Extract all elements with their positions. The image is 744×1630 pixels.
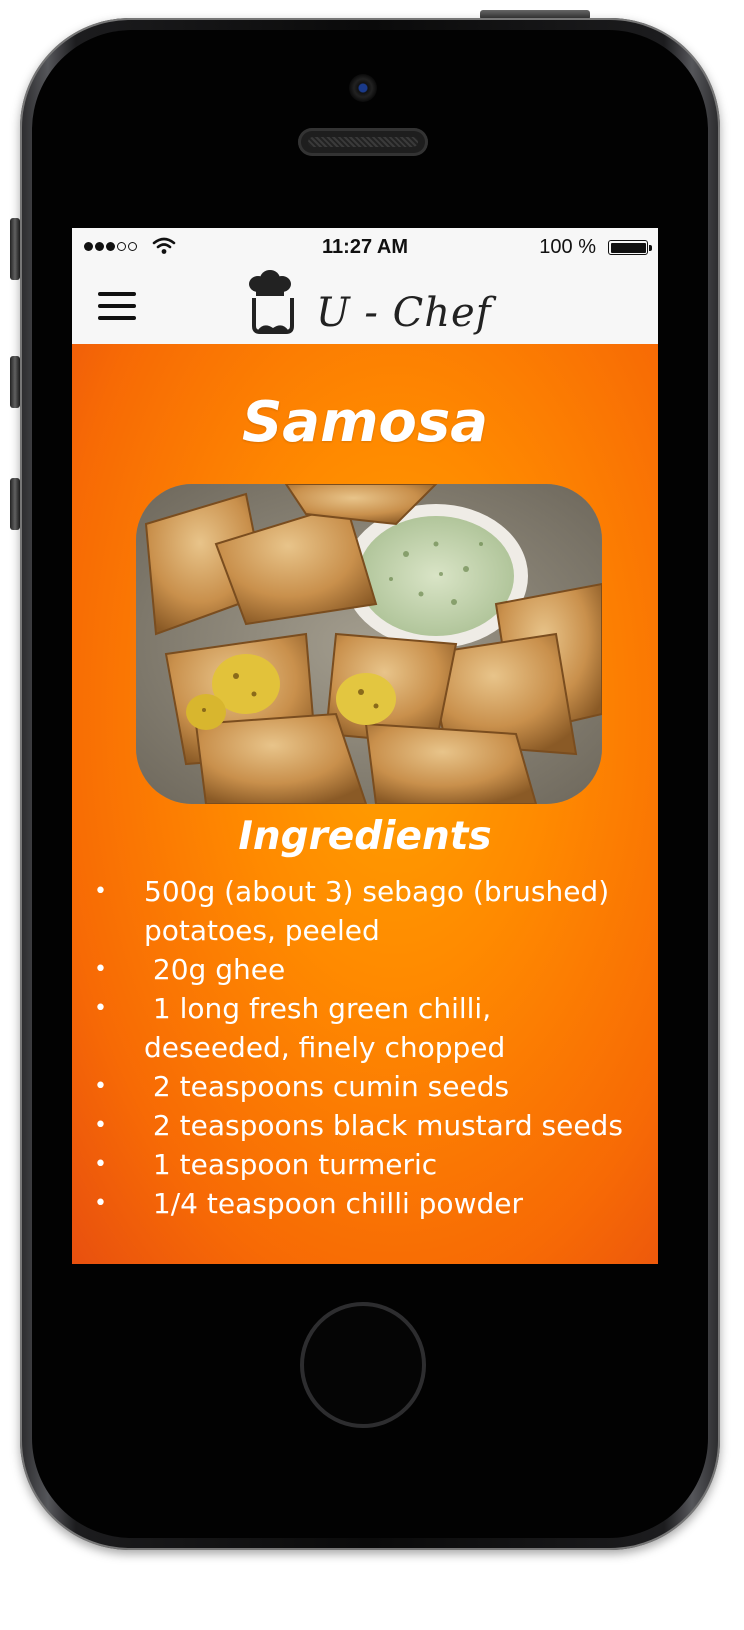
ingredient-item: 500g (about 3) sebago (brushed) potatoes… bbox=[94, 872, 644, 950]
hamburger-menu-icon[interactable] bbox=[98, 292, 136, 320]
front-camera-icon bbox=[349, 74, 377, 102]
samosa-photo bbox=[136, 484, 602, 804]
recipe-content[interactable]: Samosa Ingredients • 500g (about 3) seba… bbox=[72, 344, 658, 1264]
ingredient-item: 2 teaspoons black mustard seeds bbox=[94, 1106, 644, 1145]
ingredient-item: 1 teaspoon turmeric bbox=[94, 1145, 644, 1184]
home-button[interactable] bbox=[300, 1302, 426, 1428]
ingredients-list: 500g (about 3) sebago (brushed) potatoes… bbox=[94, 872, 644, 1223]
ingredient-item: 2 teaspoons cumin seeds bbox=[94, 1067, 644, 1106]
app-header: U - Chef bbox=[72, 266, 658, 344]
volume-down-button bbox=[10, 478, 20, 530]
ingredients-heading: Ingredients bbox=[238, 814, 492, 859]
app-logo[interactable]: U - Chef bbox=[244, 270, 494, 342]
samosa-photo-illustration bbox=[136, 484, 602, 804]
ingredient-item: 1 long fresh green chilli, deseeded, fin… bbox=[94, 989, 644, 1067]
recipe-title: Samosa bbox=[241, 390, 489, 455]
device-mockup: 11:27 AM 100 % U - Chef Samosa Ingredien… bbox=[0, 0, 744, 1630]
mute-switch bbox=[10, 218, 20, 280]
status-bar: 11:27 AM 100 % bbox=[72, 228, 658, 266]
ingredient-item: 20g ghee bbox=[94, 950, 644, 989]
ingredient-item: 1/4 teaspoon chilli powder bbox=[94, 1184, 644, 1223]
volume-up-button bbox=[10, 356, 20, 408]
battery-full-icon bbox=[608, 240, 648, 255]
app-logo-text: U - Chef bbox=[316, 290, 492, 336]
battery-tip bbox=[649, 245, 652, 251]
battery-percent: 100 % bbox=[539, 236, 596, 258]
chef-hat-mustache-icon bbox=[249, 270, 294, 334]
earpiece-speaker bbox=[298, 128, 428, 156]
app-screen: 11:27 AM 100 % U - Chef Samosa Ingredien… bbox=[72, 228, 658, 1264]
